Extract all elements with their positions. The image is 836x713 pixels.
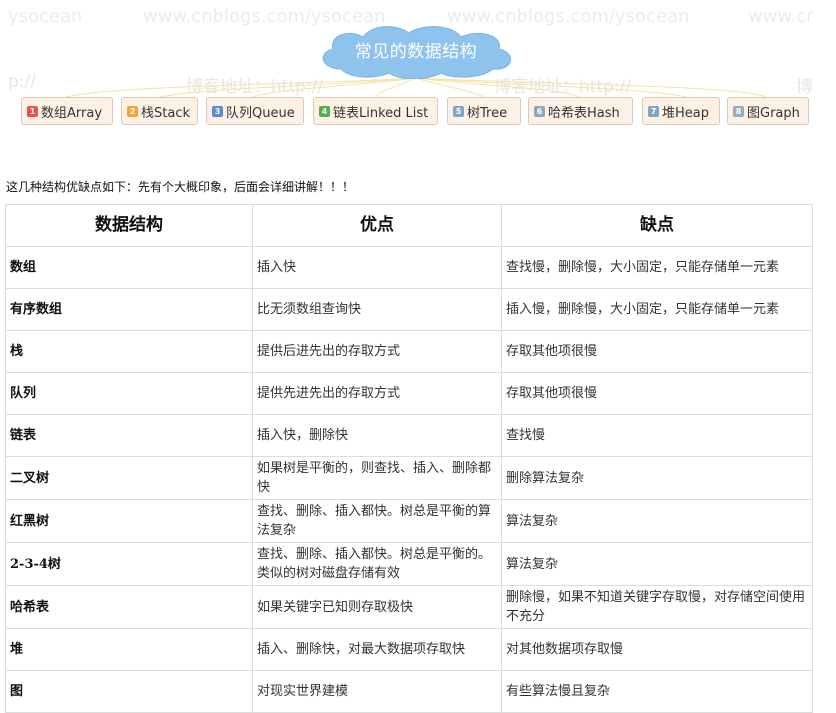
column-header: 缺点 [501, 204, 813, 247]
column-header: 数据结构 [5, 204, 253, 247]
disadvantage-cell: 删除慢，如果不知道关键字存取慢，对存储空间使用不充分 [501, 585, 813, 629]
table-row: 图 对现实世界建模 有些算法慢且复杂 [5, 670, 813, 713]
disadvantage-cell: 存取其他项很慢 [501, 330, 813, 373]
advantage-cell: 提供后进先出的存取方式 [252, 330, 502, 373]
disadvantage-cell: 查找慢，删除慢，大小固定，只能存储单一元素 [501, 246, 813, 289]
table-header-row: 数据结构 优点 缺点 [5, 204, 813, 247]
table-row: 链表 插入快，删除快 查找慢 [5, 414, 813, 457]
table-row: 栈 提供后进先出的存取方式 存取其他项很慢 [5, 330, 813, 373]
table-row: 二叉树 如果树是平衡的，则查找、插入、删除都快 删除算法复杂 [5, 456, 813, 500]
topic-hash[interactable]: 6 哈希表Hash [528, 97, 633, 125]
table-row: 堆 插入、删除快，对最大数据项存取快 对其他数据项存取慢 [5, 628, 813, 671]
structure-name-cell: 栈 [5, 330, 253, 373]
topic-graph[interactable]: 8 图Graph [727, 97, 809, 125]
structure-name-cell: 堆 [5, 628, 253, 671]
number-badge-icon: 1 [27, 105, 38, 117]
advantage-cell: 对现实世界建模 [252, 670, 502, 713]
advantage-cell: 比无须数组查询快 [252, 288, 502, 331]
number-badge-icon: 3 [212, 105, 223, 117]
mindmap: 常见的数据结构 1 数组Array 2 栈Stack 3 队列Queue 4 链… [0, 0, 836, 140]
structure-name-cell: 2-3-4树 [5, 542, 253, 586]
topic-label: 图Graph [747, 105, 800, 121]
number-badge-icon: 7 [648, 105, 659, 117]
data-structure-comparison-table: 数据结构 优点 缺点 数组 插入快 查找慢，删除慢，大小固定，只能存储单一元素 … [5, 204, 813, 713]
disadvantage-cell: 算法复杂 [501, 542, 813, 586]
topic-label: 数组Array [41, 105, 103, 121]
advantage-cell: 如果树是平衡的，则查找、插入、删除都快 [252, 456, 502, 500]
structure-name-cell: 红黑树 [5, 499, 253, 543]
advantage-cell: 查找、删除、插入都快。树总是平衡的算法复杂 [252, 499, 502, 543]
disadvantage-cell: 有些算法慢且复杂 [501, 670, 813, 713]
structure-name-cell: 数组 [5, 246, 253, 289]
disadvantage-cell: 插入慢，删除慢，大小固定，只能存储单一元素 [501, 288, 813, 331]
topic-label: 队列Queue [226, 105, 295, 121]
table-row: 2-3-4树 查找、删除、插入都快。树总是平衡的。类似的树对磁盘存储有效 算法复… [5, 542, 813, 586]
topic-label: 链表Linked List [333, 105, 429, 121]
number-badge-icon: 5 [453, 105, 464, 117]
disadvantage-cell: 删除算法复杂 [501, 456, 813, 500]
topic-linked-list[interactable]: 4 链表Linked List [313, 97, 438, 125]
disadvantage-cell: 查找慢 [501, 414, 813, 457]
number-badge-icon: 8 [733, 105, 744, 117]
structure-name-cell: 哈希表 [5, 585, 253, 629]
column-header: 优点 [252, 204, 502, 247]
topic-tree[interactable]: 5 树Tree [447, 97, 521, 125]
disadvantage-cell: 对其他数据项存取慢 [501, 628, 813, 671]
central-topic-cloud: 常见的数据结构 [313, 23, 519, 79]
number-badge-icon: 4 [319, 105, 330, 117]
structure-name-cell: 图 [5, 670, 253, 713]
structure-name-cell: 二叉树 [5, 456, 253, 500]
disadvantage-cell: 算法复杂 [501, 499, 813, 543]
topic-label: 树Tree [467, 105, 508, 121]
structure-name-cell: 有序数组 [5, 288, 253, 331]
number-badge-icon: 2 [127, 105, 138, 117]
table-row: 队列 提供先进先出的存取方式 存取其他项很慢 [5, 372, 813, 415]
disadvantage-cell: 存取其他项很慢 [501, 372, 813, 415]
topic-heap[interactable]: 7 堆Heap [642, 97, 720, 125]
number-badge-icon: 6 [534, 105, 545, 117]
structure-name-cell: 队列 [5, 372, 253, 415]
table-row: 红黑树 查找、删除、插入都快。树总是平衡的算法复杂 算法复杂 [5, 499, 813, 543]
advantage-cell: 插入快 [252, 246, 502, 289]
topic-array[interactable]: 1 数组Array [21, 97, 113, 125]
advantage-cell: 提供先进先出的存取方式 [252, 372, 502, 415]
advantage-cell: 插入、删除快，对最大数据项存取快 [252, 628, 502, 671]
topic-label: 堆Heap [662, 105, 709, 121]
topic-queue[interactable]: 3 队列Queue [206, 97, 304, 125]
advantage-cell: 插入快，删除快 [252, 414, 502, 457]
table-row: 数组 插入快 查找慢，删除慢，大小固定，只能存储单一元素 [5, 246, 813, 289]
advantage-cell: 如果关键字已知则存取极快 [252, 585, 502, 629]
table-row: 有序数组 比无须数组查询快 插入慢，删除慢，大小固定，只能存储单一元素 [5, 288, 813, 331]
topic-stack[interactable]: 2 栈Stack [121, 97, 198, 125]
topic-label: 哈希表Hash [548, 105, 620, 121]
central-topic-title: 常见的数据结构 [354, 42, 478, 62]
table-row: 哈希表 如果关键字已知则存取极快 删除慢，如果不知道关键字存取慢，对存储空间使用… [5, 585, 813, 629]
structure-name-cell: 链表 [5, 414, 253, 457]
advantage-cell: 查找、删除、插入都快。树总是平衡的。类似的树对磁盘存储有效 [252, 542, 502, 586]
topic-label: 栈Stack [141, 105, 190, 121]
intro-text: 这几种结构优缺点如下：先有个大概印象，后面会详细讲解！！！ [6, 180, 355, 194]
